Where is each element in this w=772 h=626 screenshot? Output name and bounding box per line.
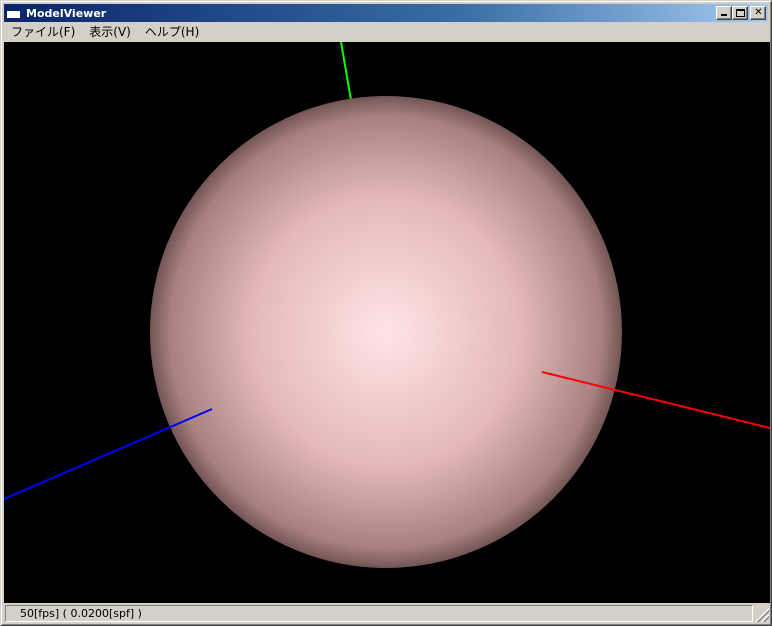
close-icon: ✕ [754,7,763,18]
close-button[interactable]: ✕ [750,6,766,20]
window-title: ModelViewer [26,6,107,20]
menu-bar: ファイル(F) 表示(V) ヘルプ(H) [4,23,768,41]
maximize-button[interactable] [732,6,748,20]
resize-grip-icon[interactable] [755,608,769,622]
fps-status: 50[fps] ( 0.0200[spf] ) [5,605,753,622]
title-bar[interactable]: ModelViewer ✕ [4,4,768,22]
menu-help[interactable]: ヘルプ(H) [138,24,206,41]
3d-viewport[interactable] [4,42,770,603]
minimize-icon [721,14,727,16]
app-window: ModelViewer ✕ ファイル(F) 表示(V) ヘルプ(H) 50[fp… [0,0,772,626]
menu-view[interactable]: 表示(V) [82,24,138,41]
window-icon[interactable] [6,6,22,20]
caption-buttons: ✕ [716,6,766,20]
status-bar: 50[fps] ( 0.0200[spf] ) [4,604,770,623]
z-axis-line [4,408,213,500]
scene-canvas [4,42,770,568]
sphere [150,96,622,568]
minimize-button[interactable] [716,6,732,20]
menu-file[interactable]: ファイル(F) [4,24,82,41]
maximize-icon [736,9,745,17]
